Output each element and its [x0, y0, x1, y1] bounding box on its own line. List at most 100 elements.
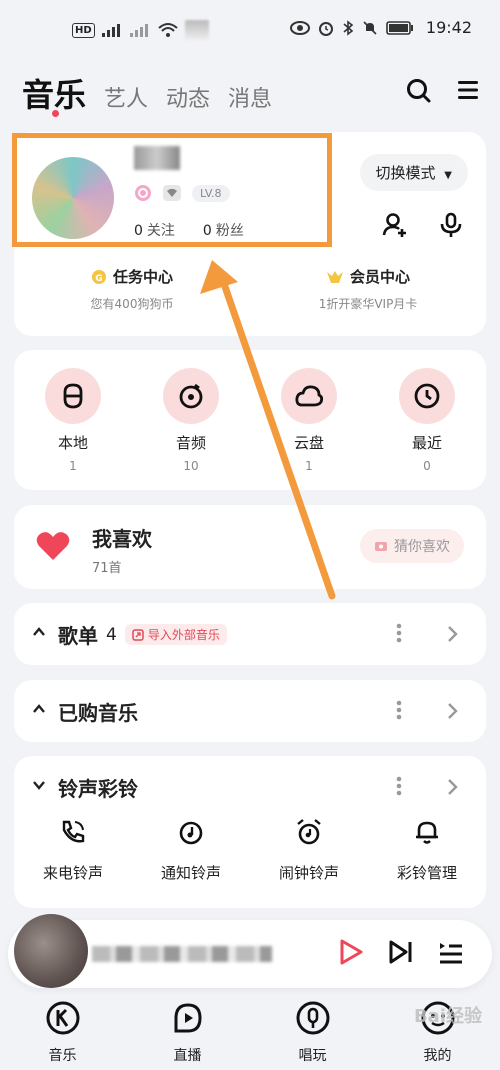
notification-blur	[184, 20, 209, 40]
battery-icon	[386, 20, 413, 35]
purchased-title: 已购音乐	[58, 701, 138, 725]
guess-you-like-label: 猜你喜欢	[394, 539, 450, 555]
nav-profile-label: 我的	[423, 1048, 452, 1064]
library-card: 本地 1 音频 10 云盘 1 最近 0	[14, 350, 486, 490]
clock-icon	[414, 383, 440, 409]
tab-feed[interactable]: 动态	[166, 81, 210, 113]
library-cloud-count: 1	[305, 459, 313, 473]
mini-player[interactable]	[8, 914, 492, 988]
vip-icon	[326, 270, 343, 283]
track-title-blurred	[92, 946, 272, 962]
phone-ring-icon	[62, 820, 85, 843]
ringtones-title: 铃声彩铃	[58, 777, 138, 801]
chevron-right-icon[interactable]	[446, 625, 458, 643]
ringtones-card: 铃声彩铃 来电铃声 通知铃声 闹钟铃声 彩铃管理	[14, 756, 486, 908]
chevron-up-icon[interactable]	[32, 625, 46, 639]
playlists-count: 4	[106, 624, 117, 645]
album-cover[interactable]	[14, 914, 88, 988]
wifi-icon	[158, 23, 178, 37]
top-tabs: 音乐 艺人 动态 消息	[22, 70, 272, 116]
menu-icon[interactable]	[456, 78, 480, 102]
more-vertical-icon[interactable]	[396, 776, 402, 796]
switch-mode-button[interactable]: 切换模式 ▼	[359, 154, 468, 191]
library-audio-count: 10	[183, 459, 199, 473]
hd-badge: HD	[72, 22, 95, 38]
more-vertical-icon[interactable]	[396, 700, 402, 720]
library-cloud-label: 云盘	[293, 434, 324, 452]
more-vertical-icon[interactable]	[396, 623, 402, 643]
caret-down-icon: ▼	[444, 170, 452, 181]
local-music-icon	[63, 383, 83, 409]
signal-secondary-icon	[129, 24, 148, 37]
library-recent-count: 0	[423, 459, 431, 473]
heart-icon	[36, 532, 70, 560]
library-recent[interactable]: 最近 0	[382, 368, 472, 490]
playlist-queue-icon[interactable]	[438, 938, 464, 966]
nav-sing-label: 唱玩	[298, 1048, 327, 1064]
tab-artists[interactable]: 艺人	[104, 81, 148, 113]
live-icon	[174, 1003, 202, 1033]
add-friend-icon[interactable]	[382, 212, 408, 238]
audio-icon	[179, 383, 203, 409]
radio-icon	[375, 542, 387, 551]
library-audio[interactable]: 音频 10	[146, 368, 236, 490]
alarm-status-icon	[318, 21, 333, 36]
play-icon[interactable]	[338, 938, 364, 966]
playlists-row[interactable]: 歌单 4 导入外部音乐	[14, 603, 486, 665]
search-icon[interactable]	[406, 78, 432, 104]
bell-manage-icon	[416, 821, 438, 844]
library-cloud[interactable]: 云盘 1	[264, 368, 354, 490]
alarm-icon	[297, 819, 321, 845]
ringtone-incoming-label: 来电铃声	[42, 864, 103, 882]
ringtone-manage-label: 彩铃管理	[396, 864, 457, 882]
status-bar: HD 19:42	[0, 0, 500, 58]
library-local[interactable]: 本地 1	[28, 368, 118, 490]
coin-icon: G	[91, 269, 106, 284]
mute-icon	[363, 20, 377, 35]
import-icon	[132, 628, 144, 641]
vip-center[interactable]: 会员中心 1折开豪华VIP月卡	[250, 266, 486, 312]
ringtone-alarm[interactable]: 闹钟铃声	[259, 818, 359, 883]
task-center-subtitle: 您有400狗狗币	[90, 297, 174, 311]
nav-live[interactable]: 直播	[143, 995, 233, 1070]
tab-messages[interactable]: 消息	[228, 81, 272, 113]
chevron-down-icon[interactable]	[32, 778, 46, 792]
library-audio-label: 音频	[175, 434, 206, 452]
nav-sing[interactable]: 唱玩	[268, 995, 358, 1070]
highlight-box	[12, 133, 332, 247]
nav-music[interactable]: 音乐	[18, 995, 108, 1070]
mic-icon	[296, 1001, 329, 1035]
library-local-label: 本地	[57, 434, 88, 452]
clock-time: 19:42	[425, 18, 472, 37]
task-center-title: 任务中心	[112, 268, 173, 286]
ringtone-notification[interactable]: 通知铃声	[141, 818, 241, 883]
playlists-title: 歌单	[58, 624, 98, 648]
notification-icon	[179, 821, 203, 845]
chevron-right-icon[interactable]	[446, 778, 458, 796]
guess-you-like-button[interactable]: 猜你喜欢	[360, 529, 464, 563]
chevron-right-icon[interactable]	[446, 702, 458, 720]
purchased-row[interactable]: 已购音乐	[14, 680, 486, 742]
import-music-label: 导入外部音乐	[147, 628, 220, 642]
svg-text:G: G	[95, 274, 102, 284]
music-k-icon	[46, 1001, 79, 1035]
active-tab-indicator	[52, 110, 59, 117]
chevron-up-icon[interactable]	[32, 702, 46, 716]
next-track-icon[interactable]	[388, 938, 414, 966]
watermark: Bai经验	[413, 1006, 482, 1027]
favorites-card[interactable]: 我喜欢 71首 猜你喜欢	[14, 505, 486, 589]
bluetooth-icon	[343, 19, 354, 36]
mic-badge-icon[interactable]	[438, 212, 464, 238]
ringtone-manage[interactable]: 彩铃管理	[377, 818, 477, 883]
favorites-title: 我喜欢	[92, 527, 152, 551]
task-center[interactable]: G 任务中心 您有400狗狗币	[14, 266, 250, 312]
library-local-count: 1	[69, 459, 77, 473]
vip-center-title: 会员中心	[349, 268, 410, 286]
import-music-button[interactable]: 导入外部音乐	[124, 624, 227, 645]
ringtone-incoming[interactable]: 来电铃声	[23, 818, 123, 883]
signal-icon	[101, 24, 120, 37]
nav-live-label: 直播	[173, 1048, 202, 1064]
eye-icon	[289, 20, 310, 35]
favorites-count: 71首	[92, 561, 122, 576]
cloud-icon	[295, 385, 324, 407]
